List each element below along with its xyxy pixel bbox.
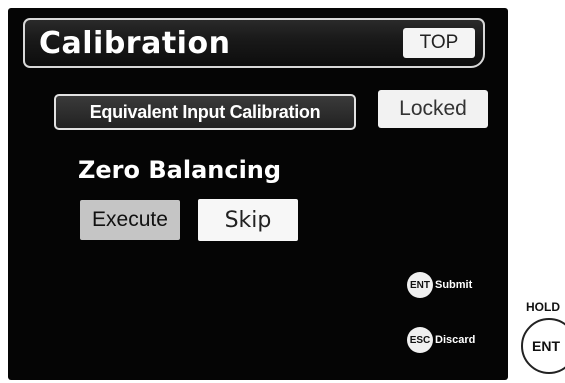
execute-button[interactable]: Execute [80, 200, 180, 240]
locked-button[interactable]: Locked [378, 90, 488, 128]
hardware-hold-ent: HOLD ENT [518, 296, 565, 383]
esc-key-icon: ESC [407, 327, 433, 353]
submit-hint[interactable]: ENT Submit [407, 272, 472, 298]
equivalent-input-calibration-button[interactable]: Equivalent Input Calibration [54, 94, 356, 130]
ent-key-icon: ENT [407, 272, 433, 298]
submit-label: Submit [435, 279, 473, 291]
skip-button[interactable]: Skip [198, 199, 298, 241]
title-bar: Calibration TOP [23, 18, 485, 68]
hold-label: HOLD [526, 300, 560, 314]
discard-hint[interactable]: ESC Discard [407, 327, 475, 353]
zero-balancing-label: Zero Balancing [78, 156, 282, 184]
hardware-ent-label: ENT [532, 338, 560, 354]
page-title: Calibration [39, 26, 231, 61]
discard-label: Discard [435, 334, 476, 346]
top-button[interactable]: TOP [403, 28, 475, 58]
